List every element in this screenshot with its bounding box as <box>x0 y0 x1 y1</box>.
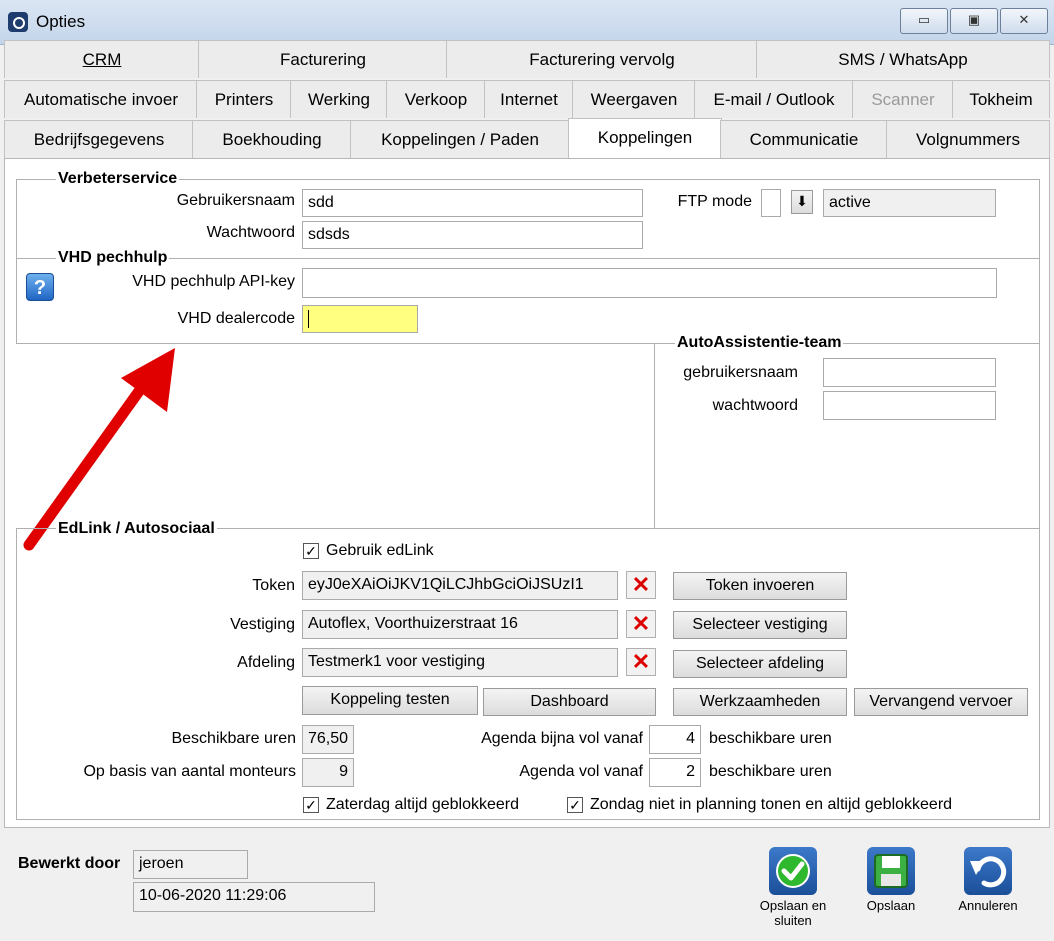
vhd-title: VHD pechhulp <box>56 249 170 267</box>
verbeterservice-username-input[interactable]: sdd <box>302 189 643 217</box>
agenda-almost-full-unit: beschikbare uren <box>709 730 832 747</box>
vestiging-label: Vestiging <box>230 616 295 633</box>
use-edlink-label: Gebruik edLink <box>326 542 434 559</box>
ftp-mode-dropdown-button[interactable]: ⬇ <box>791 190 813 214</box>
checkmark-icon <box>776 854 810 888</box>
close-icon: ✕ <box>631 611 651 636</box>
minimize-button[interactable]: ▭ <box>900 8 948 34</box>
token-invoeren-button[interactable]: Token invoeren <box>673 572 847 600</box>
tab-koppelingen-paden[interactable]: Koppelingen / Paden <box>350 120 570 158</box>
text-cursor <box>308 309 309 328</box>
cancel-label: Annuleren <box>958 898 1018 913</box>
clear-afdeling-button[interactable]: ✕ <box>626 648 656 676</box>
help-icon[interactable]: ? <box>26 273 54 301</box>
cancel-button[interactable] <box>964 847 1012 895</box>
tab-row-2: Automatische invoer Printers Werking Ver… <box>0 80 1054 120</box>
token-input[interactable]: eyJ0eXAiOiJKV1QiLCJhbGciOiJSUzI1 <box>302 571 618 600</box>
ftp-mode-label: FTP mode <box>677 193 752 210</box>
app-icon <box>8 12 28 32</box>
saturday-blocked-label: Zaterdag altijd geblokkeerd <box>326 796 520 813</box>
tab-row-1: CRM Facturering Facturering vervolg SMS … <box>0 40 1054 80</box>
verbeterservice-password-input[interactable]: sdsds <box>302 221 643 249</box>
saturday-blocked-checkbox[interactable]: ✓ <box>303 797 319 813</box>
token-label: Token <box>252 577 295 594</box>
tab-boekhouding[interactable]: Boekhouding <box>192 120 352 158</box>
autoassistentie-username-input[interactable] <box>823 358 996 387</box>
tab-email-outlook[interactable]: E-mail / Outlook <box>694 80 854 118</box>
vhd-dealercode-label: VHD dealercode <box>177 310 295 327</box>
tab-weergaven[interactable]: Weergaven <box>572 80 696 118</box>
available-hours-label: Beschikbare uren <box>171 730 296 747</box>
agenda-full-unit: beschikbare uren <box>709 763 832 780</box>
tab-scanner[interactable]: Scanner <box>852 80 954 118</box>
sunday-blocked-label: Zondag niet in planning tonen en altijd … <box>590 796 953 813</box>
close-icon: ✕ <box>631 649 651 674</box>
tab-printers[interactable]: Printers <box>196 80 292 118</box>
edited-date-value: 10-06-2020 11:29:06 <box>133 882 375 912</box>
selecteer-afdeling-button[interactable]: Selecteer afdeling <box>673 650 847 678</box>
ftp-mode-value[interactable]: active <box>823 189 996 217</box>
autoassistentie-title: AutoAssistentie-team <box>675 334 844 352</box>
tab-tokheim[interactable]: Tokheim <box>952 80 1050 118</box>
tab-bedrijfsgegevens[interactable]: Bedrijfsgegevens <box>4 120 194 158</box>
save-close-button[interactable] <box>769 847 817 895</box>
autoassistentie-username-label: gebruikersnaam <box>683 364 798 381</box>
tab-communicatie[interactable]: Communicatie <box>720 120 888 158</box>
vhd-apikey-label: VHD pechhulp API-key <box>132 273 295 290</box>
tab-automatische-invoer[interactable]: Automatische invoer <box>4 80 198 118</box>
save-label: Opslaan <box>866 898 916 913</box>
dashboard-button[interactable]: Dashboard <box>483 688 656 716</box>
ftp-mode-color-box[interactable] <box>761 189 781 217</box>
koppeling-testen-button[interactable]: Koppeling testen <box>302 686 478 715</box>
window-title: Opties <box>36 12 86 31</box>
title-bar: Opties ▭ ▣ ✕ <box>0 0 1054 45</box>
save-close-label: Opslaan en sluiten <box>759 898 827 928</box>
verbeterservice-title: Verbeterservice <box>56 170 180 188</box>
clear-token-button[interactable]: ✕ <box>626 571 656 599</box>
agenda-almost-full-label: Agenda bijna vol vanaf <box>481 730 643 747</box>
save-button[interactable] <box>867 847 915 895</box>
autoassistentie-password-label: wachtwoord <box>712 397 798 414</box>
agenda-full-input[interactable]: 2 <box>649 758 701 787</box>
tab-verkoop[interactable]: Verkoop <box>386 80 486 118</box>
vhd-dealercode-input[interactable] <box>302 305 418 333</box>
tab-facturering[interactable]: Facturering <box>198 40 448 78</box>
tab-internet[interactable]: Internet <box>484 80 574 118</box>
tab-facturering-vervolg[interactable]: Facturering vervolg <box>446 40 758 78</box>
verbeterservice-password-label: Wachtwoord <box>206 224 295 241</box>
tab-row-3: Bedrijfsgegevens Boekhouding Koppelingen… <box>0 118 1054 160</box>
use-edlink-checkbox[interactable]: ✓ <box>303 543 319 559</box>
mechanics-value: 9 <box>302 758 354 787</box>
tab-sms-whatsapp[interactable]: SMS / WhatsApp <box>756 40 1050 78</box>
selecteer-vestiging-button[interactable]: Selecteer vestiging <box>673 611 847 639</box>
close-icon: ✕ <box>631 572 651 597</box>
mechanics-label: Op basis van aantal monteurs <box>83 763 296 780</box>
undo-icon <box>970 856 1007 888</box>
clear-vestiging-button[interactable]: ✕ <box>626 610 656 638</box>
tab-crm[interactable]: CRM <box>4 40 200 78</box>
edited-by-value: jeroen <box>133 850 248 879</box>
tab-volgnummers[interactable]: Volgnummers <box>886 120 1050 158</box>
available-hours-value: 76,50 <box>302 725 354 754</box>
afdeling-label: Afdeling <box>237 654 295 671</box>
agenda-full-label: Agenda vol vanaf <box>519 763 643 780</box>
verbeterservice-username-label: Gebruikersnaam <box>176 192 295 209</box>
afdeling-input[interactable]: Testmerk1 voor vestiging <box>302 648 618 677</box>
werkzaamheden-button[interactable]: Werkzaamheden <box>673 688 847 716</box>
vervangend-vervoer-button[interactable]: Vervangend vervoer <box>854 688 1028 716</box>
restore-button[interactable]: ▣ <box>950 8 998 34</box>
edlink-title: EdLink / Autosociaal <box>56 520 217 538</box>
agenda-almost-full-input[interactable]: 4 <box>649 725 701 754</box>
vestiging-input[interactable]: Autoflex, Voorthuizerstraat 16 <box>302 610 618 639</box>
autoassistentie-password-input[interactable] <box>823 391 996 420</box>
edited-by-label: Bewerkt door <box>18 855 121 872</box>
floppy-disk-icon <box>874 854 908 888</box>
arrow-down-icon: ⬇ <box>796 193 808 209</box>
tab-koppelingen[interactable]: Koppelingen <box>568 118 722 160</box>
sunday-blocked-checkbox[interactable]: ✓ <box>567 797 583 813</box>
tab-werking[interactable]: Werking <box>290 80 388 118</box>
vhd-apikey-input[interactable] <box>302 268 997 298</box>
close-button[interactable]: ✕ <box>1000 8 1048 34</box>
